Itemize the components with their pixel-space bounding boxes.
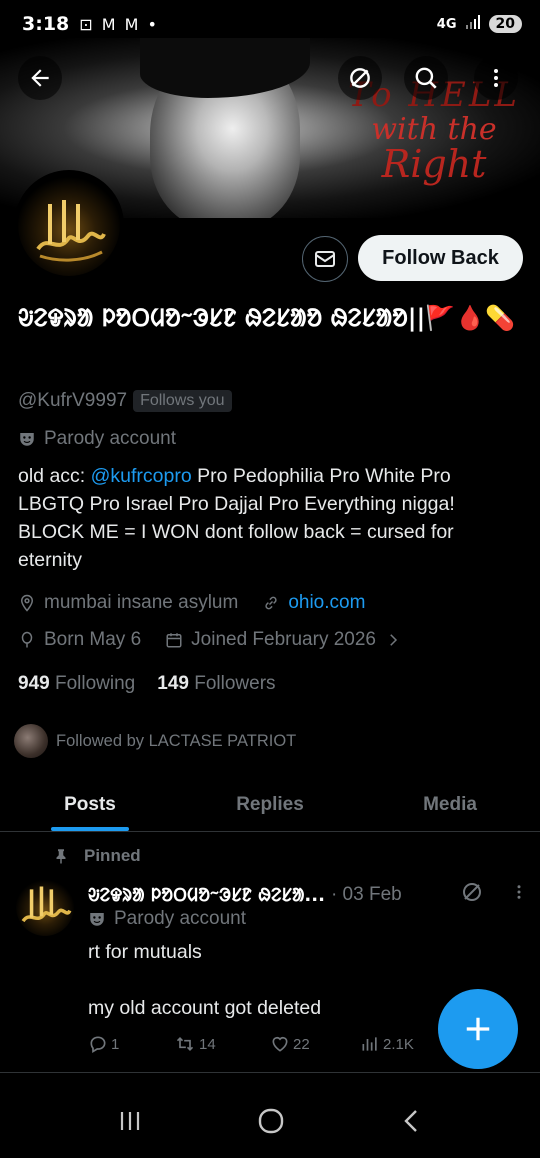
plus-icon xyxy=(466,1017,490,1041)
handle-row: @KufrV9997 Follows you xyxy=(18,390,232,412)
post-grok-button[interactable] xyxy=(460,880,484,910)
profile-display-name: ᱶᱮᱫᱨᱟ ᱞᱚᱛᱢᱚᱻᱳᱥᱱ ᱷᱮᱥᱟᱚ ᱷᱮᱥᱟᱚ||🚩🩸💊 xyxy=(18,304,515,332)
recent-apps-icon xyxy=(120,1112,140,1130)
post-divider xyxy=(0,1072,540,1073)
post-text-line1: rt for mutuals xyxy=(88,941,202,963)
followed-by-row[interactable]: Followed by LACTASE PATRIOT xyxy=(14,724,296,758)
home-circle-icon xyxy=(258,1108,284,1134)
profile-location: mumbai insane asylum xyxy=(44,592,239,613)
grok-button[interactable] xyxy=(338,56,382,100)
balloon-icon xyxy=(21,631,33,648)
like-button[interactable]: 22 xyxy=(270,1034,360,1054)
post-parody-label: Parody account xyxy=(114,908,247,929)
calligraphy-emblem xyxy=(36,200,106,262)
pinned-label: Pinned xyxy=(84,846,141,865)
location-icon xyxy=(20,594,34,612)
profile-tabs: Posts Replies Media xyxy=(0,778,540,832)
parody-label-row[interactable]: Parody account xyxy=(18,428,176,450)
profile-born: Born May 6 xyxy=(44,629,142,650)
status-right: 4G 20 xyxy=(437,15,522,33)
bio-mention-link[interactable]: @kufrcopro xyxy=(91,465,192,487)
signal-icon xyxy=(465,15,481,33)
reply-button[interactable]: 1 xyxy=(88,1034,174,1054)
notification-icons: ⊡ M M • xyxy=(79,14,159,34)
search-button[interactable] xyxy=(404,56,448,100)
profile-avatar[interactable] xyxy=(14,170,124,280)
profile-joined: Joined February 2026 xyxy=(191,629,376,650)
post-author-avatar[interactable] xyxy=(16,878,74,936)
post-text-gap xyxy=(88,966,428,994)
pin-icon xyxy=(56,849,66,864)
back-arrow-icon xyxy=(31,69,49,87)
grok-icon xyxy=(463,883,481,901)
like-count: 22 xyxy=(293,1035,310,1053)
calendar-icon xyxy=(166,633,182,648)
followed-by-text: Followed by LACTASE PATRIOT xyxy=(56,731,297,750)
chevron-right-icon xyxy=(390,634,398,646)
followers-label: Followers xyxy=(194,673,276,694)
message-button[interactable] xyxy=(302,236,348,282)
mail-icon xyxy=(315,251,335,267)
status-bar: 3:18 ⊡ M M • 4G 20 xyxy=(0,0,540,48)
repost-button[interactable]: 14 xyxy=(174,1034,270,1054)
grok-icon xyxy=(350,68,370,88)
battery-indicator: 20 xyxy=(488,15,522,33)
compose-post-button[interactable] xyxy=(438,989,518,1069)
more-options-button[interactable] xyxy=(474,56,518,100)
location-website-row: mumbai insane asylum ohio.com xyxy=(18,592,365,614)
follower-avatar xyxy=(14,724,48,758)
repost-count: 14 xyxy=(199,1035,216,1053)
home-button[interactable] xyxy=(257,1107,285,1139)
post-text: rt for mutuals my old account got delete… xyxy=(88,938,428,1022)
mask-icon xyxy=(90,913,104,926)
post-text-line2: my old account got deleted xyxy=(88,997,322,1019)
post-header: ᱶᱮᱫᱨᱟ ᱞᱚᱛᱢᱚᱻᱳᱥᱱ ᱷᱮᱥᱟ... · 03 Feb xyxy=(88,880,528,910)
bio-prefix: old acc: xyxy=(18,465,91,487)
back-button[interactable] xyxy=(18,56,62,100)
post-parody-row: Parody account xyxy=(88,908,246,930)
system-nav-bar xyxy=(0,1088,540,1158)
profile-bio: old acc: @kufrcopro Pro Pedophilia Pro W… xyxy=(18,462,518,574)
views-chart-icon xyxy=(362,1037,377,1051)
following-label: Following xyxy=(54,673,136,694)
reply-icon xyxy=(90,1036,106,1053)
views-count: 2.1K xyxy=(383,1035,414,1053)
views-button[interactable]: 2.1K xyxy=(360,1034,414,1054)
tab-replies[interactable]: Replies xyxy=(180,778,360,831)
tab-media[interactable]: Media xyxy=(360,778,540,831)
followers-count: 149 xyxy=(157,673,189,694)
recent-apps-button[interactable] xyxy=(117,1109,143,1137)
status-time: 3:18 xyxy=(22,13,70,35)
followers-stat[interactable]: 149 Followers xyxy=(157,673,275,695)
banner-text-line2: with the xyxy=(371,111,497,147)
more-vertical-icon xyxy=(517,885,521,899)
link-icon xyxy=(265,596,277,610)
reply-count: 1 xyxy=(111,1035,120,1053)
follows-you-badge: Follows you xyxy=(133,390,232,412)
following-stat[interactable]: 949 Following xyxy=(18,673,135,695)
repost-icon xyxy=(176,1036,194,1052)
profile-handle: @KufrV9997 xyxy=(18,390,128,411)
calligraphy-emblem-small xyxy=(21,886,72,923)
follow-back-button[interactable]: Follow Back xyxy=(358,235,523,281)
mask-icon xyxy=(20,433,34,446)
following-count: 949 xyxy=(18,673,50,694)
post-date: · 03 Feb xyxy=(330,884,402,905)
follow-stats: 949 Following 149 Followers xyxy=(18,673,276,695)
heart-icon xyxy=(272,1036,288,1052)
pinned-indicator: Pinned xyxy=(52,846,141,866)
profile-website-link[interactable]: ohio.com xyxy=(288,592,365,614)
chevron-left-icon xyxy=(404,1110,417,1132)
post-author-name[interactable]: ᱶᱮᱫᱨᱟ ᱞᱚᱛᱢᱚᱻᱳᱥᱱ ᱷᱮᱥᱟ... xyxy=(88,883,325,907)
network-label: 4G xyxy=(436,16,457,32)
born-joined-row[interactable]: Born May 6 Joined February 2026 xyxy=(18,629,402,651)
banner-text-line3: Right xyxy=(381,142,487,187)
system-back-button[interactable] xyxy=(399,1107,423,1139)
more-vertical-icon xyxy=(494,69,498,87)
tab-posts[interactable]: Posts xyxy=(0,778,180,831)
search-icon xyxy=(415,67,437,89)
post-more-button[interactable] xyxy=(510,882,528,908)
parody-label: Parody account xyxy=(44,428,177,449)
